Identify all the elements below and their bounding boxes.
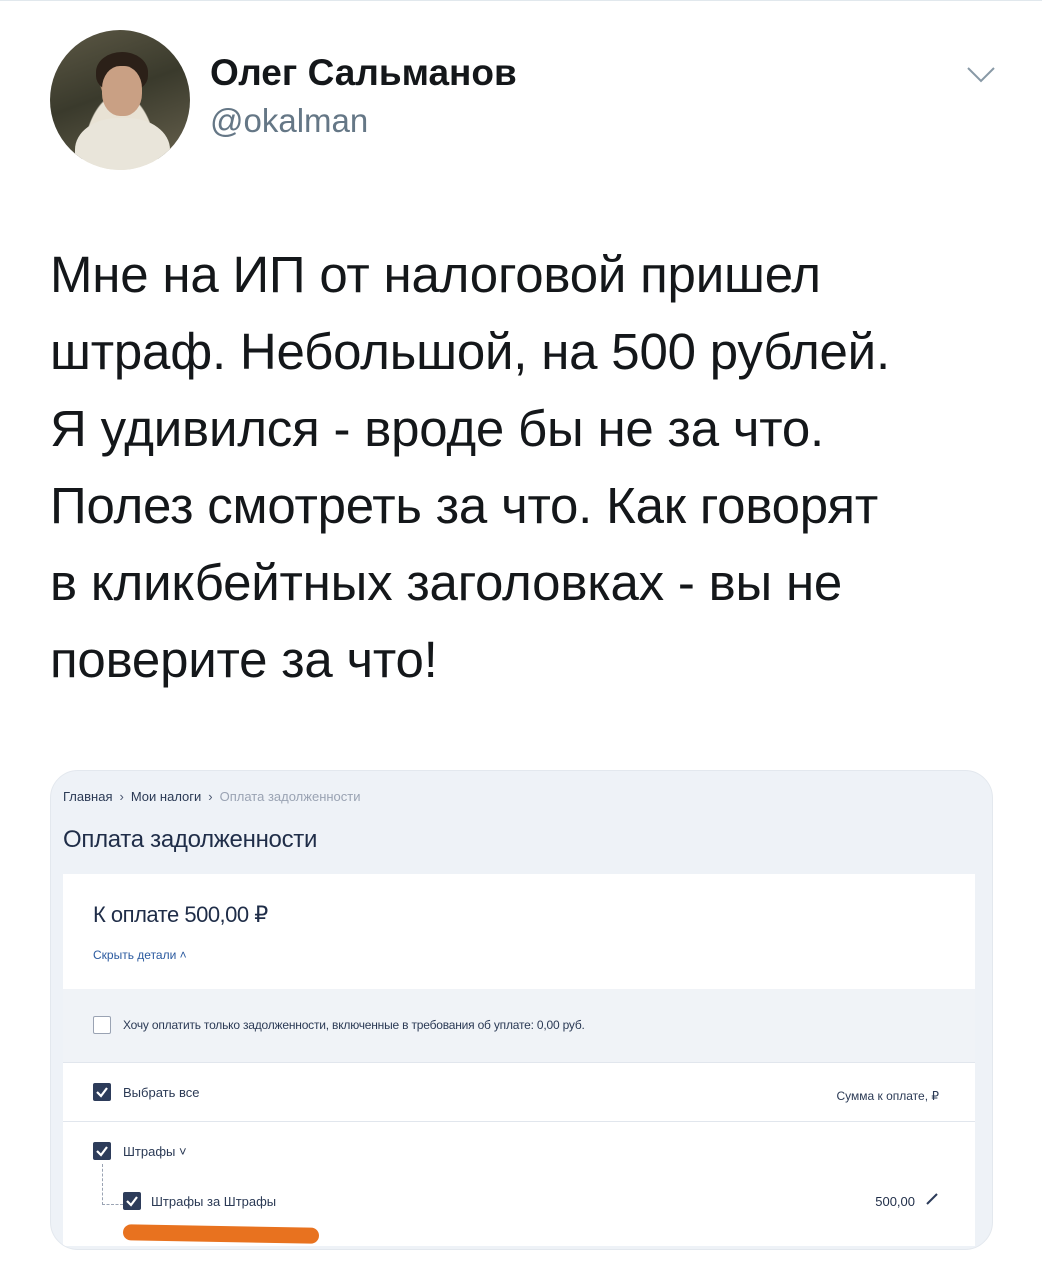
check-icon xyxy=(126,1196,138,1207)
breadcrumb: Главная › Мои налоги › Оплата задолженности xyxy=(63,789,361,804)
page-title: Оплата задолженности xyxy=(63,826,318,853)
check-icon xyxy=(96,1087,108,1098)
breadcrumb-home[interactable]: Главная xyxy=(63,789,112,804)
breadcrumb-separator: › xyxy=(119,789,124,804)
tweet-text: Мне на ИП от налоговой пришел штраф. Неб… xyxy=(50,246,890,688)
only-debt-checkbox[interactable] xyxy=(93,1016,111,1034)
fine-item-checkbox[interactable] xyxy=(123,1192,141,1210)
payment-card: К оплате 500,00 ₽ Скрыть детали ˄ Хочу о… xyxy=(63,874,975,1246)
avatar-shirt xyxy=(75,118,170,170)
avatar-face xyxy=(102,66,142,116)
pencil-icon[interactable] xyxy=(925,1192,939,1206)
fines-checkbox[interactable] xyxy=(93,1142,111,1160)
orange-highlight-stroke xyxy=(122,1224,320,1244)
attached-screenshot[interactable]: Главная › Мои налоги › Оплата задолженности … xyxy=(50,770,993,1250)
select-all-label: Выбрать все xyxy=(123,1085,200,1100)
select-all-row: Выбрать все Сумма к оплате, ₽ xyxy=(63,1062,975,1122)
fine-item-label: Штрафы за Штрафы xyxy=(151,1194,277,1209)
tweet-header: Олег Сальманов @okalman xyxy=(50,30,1000,175)
breadcrumb-separator: › xyxy=(208,789,213,804)
tree-connector xyxy=(102,1164,123,1205)
chevron-down-icon[interactable] xyxy=(966,64,996,86)
pay-total: К оплате 500,00 ₽ xyxy=(93,902,268,927)
author-handle[interactable]: @okalman xyxy=(210,102,368,140)
amount-column-header: Сумма к оплате, ₽ xyxy=(836,1089,939,1103)
fines-category-toggle[interactable]: Штрафы ˅ xyxy=(123,1144,187,1159)
only-debt-label: Хочу оплатить только задолженности, вклю… xyxy=(123,1018,585,1032)
select-all-checkbox[interactable] xyxy=(93,1083,111,1101)
breadcrumb-my-taxes[interactable]: Мои налоги xyxy=(131,789,201,804)
check-icon xyxy=(96,1146,108,1157)
author-name[interactable]: Олег Сальманов xyxy=(210,52,517,94)
top-divider xyxy=(0,0,1042,1)
avatar[interactable] xyxy=(50,30,190,170)
breadcrumb-current: Оплата задолженности xyxy=(219,789,361,804)
fine-item-amount: 500,00 xyxy=(875,1194,915,1209)
hide-details-link[interactable]: Скрыть детали ˄ xyxy=(93,948,187,962)
only-debt-row: Хочу оплатить только задолженности, вклю… xyxy=(63,989,975,1062)
